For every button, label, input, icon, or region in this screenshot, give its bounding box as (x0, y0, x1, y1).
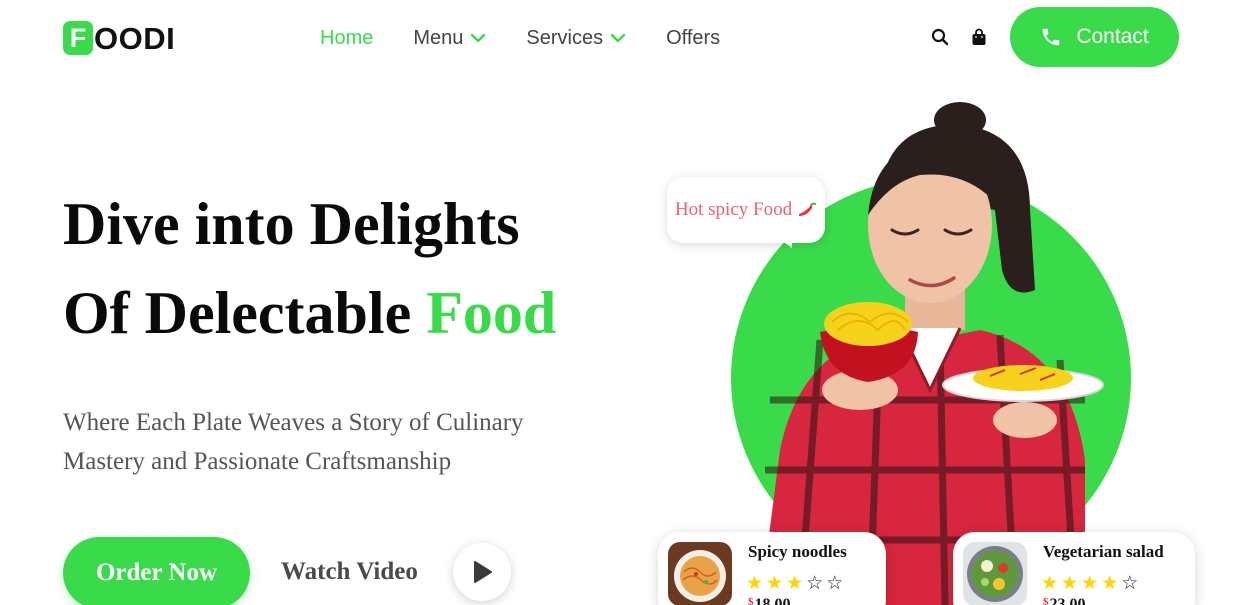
contact-button[interactable]: Contact (1010, 7, 1179, 67)
chevron-down-icon (610, 33, 626, 43)
bubble-text: Hot spicy Food (674, 199, 793, 220)
star-outline-icon: ☆ (826, 572, 844, 594)
hero-title-highlight: Food (426, 280, 557, 346)
play-icon (474, 561, 492, 583)
order-now-button[interactable]: Order Now (63, 537, 250, 605)
main-nav: Home Menu Services Offers (320, 24, 760, 52)
star-filled-icon: ★ (766, 572, 784, 594)
food-image-salad (963, 542, 1027, 605)
search-button[interactable] (929, 26, 951, 48)
star-filled-icon: ★ (1081, 572, 1099, 594)
star-filled-icon: ★ (746, 572, 764, 594)
price-value: 18.00 (754, 596, 791, 605)
nav-label: Home (320, 26, 374, 49)
nav-item-offers[interactable]: Offers (666, 24, 720, 52)
star-filled-icon: ★ (786, 572, 804, 594)
card-title: Spicy noodles (748, 542, 847, 561)
price-value: 23.00 (1049, 596, 1086, 605)
hero-title: Dive into Delights Of Delectable Food (63, 180, 556, 358)
star-outline-icon: ☆ (1121, 572, 1139, 594)
star-filled-icon: ★ (1041, 572, 1059, 594)
food-card-vegetarian-salad[interactable]: Vegetarian salad ★ ★ ★ ★ ☆ $23.00 (953, 532, 1195, 605)
nav-item-services[interactable]: Services (526, 24, 626, 52)
play-video-button[interactable] (453, 543, 511, 601)
cart-button[interactable] (968, 26, 990, 48)
food-card-spicy-noodles[interactable]: Spicy noodles ★ ★ ★ ☆ ☆ $18.00 (658, 532, 886, 605)
nav-label: Menu (413, 26, 464, 49)
currency-symbol: $ (1043, 596, 1049, 605)
star-filled-icon: ★ (1061, 572, 1079, 594)
watch-video-link[interactable]: Watch Video (281, 558, 418, 586)
hero-subtitle: Where Each Plate Weaves a Story of Culin… (63, 409, 524, 475)
search-icon (931, 28, 949, 46)
rating-stars: ★ ★ ★ ★ ☆ (1041, 572, 1141, 594)
logo-badge: F (63, 21, 93, 55)
contact-label: Contact (1076, 25, 1149, 48)
card-price: $18.00 (748, 596, 791, 605)
hero-person-image (760, 102, 1104, 605)
hero-title-line2-prefix: Of Delectable (63, 280, 427, 346)
shopping-bag-icon (972, 28, 986, 45)
brand-logo[interactable]: F OODI (63, 20, 175, 56)
hot-spicy-bubble: Hot spicy Food (667, 177, 825, 243)
nav-label: Offers (666, 26, 721, 49)
hero-title-line1: Dive into Delights (63, 191, 520, 257)
star-outline-icon: ☆ (806, 572, 824, 594)
phone-icon (1043, 28, 1060, 46)
star-filled-icon: ★ (1101, 572, 1119, 594)
food-image-noodles (668, 542, 732, 605)
card-price: $23.00 (1043, 596, 1086, 605)
nav-label: Services (526, 26, 604, 49)
nav-item-home[interactable]: Home (320, 24, 373, 52)
card-title: Vegetarian salad (1043, 542, 1164, 561)
rating-stars: ★ ★ ★ ☆ ☆ (746, 572, 846, 594)
chevron-down-icon (471, 33, 486, 43)
nav-item-menu[interactable]: Menu (413, 24, 486, 52)
currency-symbol: $ (748, 596, 754, 605)
logo-wordmark: OODI (94, 20, 176, 56)
chili-pepper-icon (799, 202, 817, 216)
